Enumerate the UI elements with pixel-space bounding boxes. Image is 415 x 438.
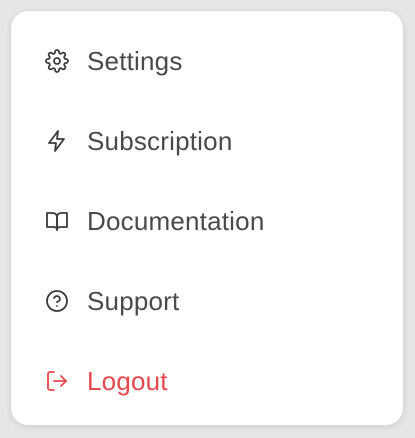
lightning-bolt-icon xyxy=(43,127,71,155)
menu-item-label: Documentation xyxy=(87,205,265,236)
gear-icon xyxy=(43,47,71,75)
menu-item-label: Subscription xyxy=(87,125,233,156)
question-circle-icon xyxy=(43,287,71,315)
menu-item-documentation[interactable]: Documentation xyxy=(11,181,403,261)
menu-item-label: Logout xyxy=(87,365,168,396)
open-book-icon xyxy=(43,207,71,235)
menu-item-logout[interactable]: Logout xyxy=(11,341,403,421)
menu-item-label: Settings xyxy=(87,45,183,76)
menu-item-label: Support xyxy=(87,285,180,316)
menu-item-settings[interactable]: Settings xyxy=(11,21,403,101)
logout-icon xyxy=(43,367,71,395)
menu-item-support[interactable]: Support xyxy=(11,261,403,341)
menu-item-subscription[interactable]: Subscription xyxy=(11,101,403,181)
dropdown-menu: Settings Subscription Documentation Supp… xyxy=(10,10,404,426)
